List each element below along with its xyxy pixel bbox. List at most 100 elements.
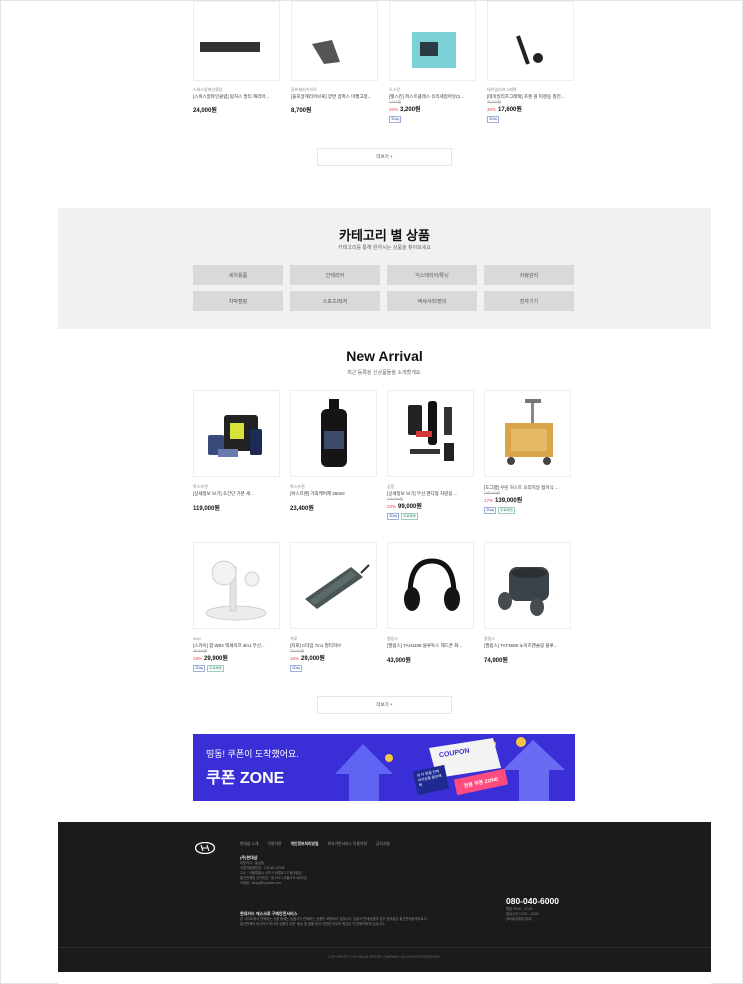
discount-rate: 23% [387,504,397,509]
product-name[interactable]: [도그랩] 우린 허스트 오리지널 접이식 ... [484,484,576,491]
footer-link[interactable]: 위치기반서비스 이용약관 [327,842,366,847]
product-thumbnail[interactable] [389,1,476,81]
car-wash-kit-image [208,415,262,457]
handheld-vacuum-image [408,401,454,461]
leather-care-bottle-image [321,399,347,467]
footer-link[interactable]: 공지사항 [376,842,390,847]
product-name[interactable]: [데이일리프그레택] 프렌 원 피렌동 충전... [487,93,579,100]
product-price: 20% 3,200원 [389,107,421,113]
delivery-badge: 3Day [487,116,500,123]
product-price: 17% 139,000원 [484,498,523,504]
category-button[interactable]: 전자기기 [484,291,574,311]
discount-rate: 18% [290,656,300,661]
footer-links: 현대샵 소개 이용약관 개인정보처리방침 위치기반서비스 이용약관 공지사항 [240,842,390,847]
product-price: 74,900원 [484,658,508,664]
discount-rate: 19% [193,656,203,661]
company-name: (주)현대샵 [240,855,258,860]
product-thumbnail[interactable] [291,1,378,81]
escrow-info: 현대카드 에스크로 구매안전서비스 본 사이트에서 판매되는 상품 중에는 입점… [240,910,510,927]
category-button[interactable]: 익스테리어/튜닝 [387,265,477,285]
company-info: (주)현대샵 대표이사 : 홍길동 사업자등록번호 : 123-45-12345… [240,854,440,886]
product-name[interactable]: [지로] C타입 7in1 멀티허브 [290,642,382,649]
more-button[interactable]: 더보기 + [317,148,452,166]
category-button[interactable]: 인테리어 [290,265,380,285]
product-name[interactable]: [스카이] 팝 W04 맥세이프 3in1 무선... [193,642,285,649]
discount-rate: 30% [487,107,497,112]
product-price: 119,000원 [193,506,220,512]
cs-phone: 080-040-6000 [506,896,559,906]
more-button[interactable]: 더보기 + [317,696,452,714]
shipping-badge: 무료배송 [207,665,225,672]
product-name[interactable]: [상세정보 보기] 무선 핸디형 차량용 ... [387,490,479,497]
footer: 현대샵 소개 이용약관 개인정보처리방침 위치기반서비스 이용약관 공지사항 (… [58,822,711,972]
charger-image [516,35,543,65]
product-price: 19% 29,900원 [193,656,228,662]
product-thumbnail[interactable] [487,1,574,81]
product-price: 43,000원 [387,658,411,664]
copyright: COPYRIGHT © HYUNDAI MOTOR COMPANY. ALL R… [328,955,441,959]
product-name[interactable]: [필립스] TAH1108 블루투스 헤드폰 화... [387,642,479,649]
category-button[interactable]: 차량관리 [484,265,574,285]
coupon-banner[interactable]: 띵동! 쿠폰이 도착했어요. 쿠폰 ZONE COUPON 내 차 맞춤 인테리… [193,734,575,801]
product-thumbnail[interactable] [290,542,377,629]
product-price: 30% 17,600원 [487,107,522,113]
carrier-image [200,42,260,52]
wireless-charger-image [205,560,267,621]
product-thumbnail[interactable] [387,542,474,629]
new-arrival-subtitle: 최근 등록된 신상품들을 소개할게요. [347,370,422,376]
golf-mat-image [312,40,340,64]
cs-hours: (토/일/공휴일 휴무) [506,917,533,921]
product-thumbnail[interactable] [193,390,280,477]
product-price: 18% 29,000원 [290,656,325,662]
product-price: 24,000원 [193,108,217,114]
product-price: 23% 99,000원 [387,504,422,510]
footer-link[interactable]: 현대샵 소개 [240,842,259,847]
delivery-badge: 3Day [484,507,497,514]
product-price: 23,400원 [290,506,314,512]
new-arrival-title: New Arrival [346,348,423,364]
product-thumbnail[interactable] [484,390,571,477]
folding-cart-image [505,399,553,465]
delivery-badge: 3Day [387,513,400,520]
hyundai-logo-icon [195,842,215,854]
product-name[interactable]: [펫스킨] 퍼스트클래스 유리세정마유(2... [389,93,481,100]
product-thumbnail[interactable] [484,542,571,629]
browser-frame: 스위스알파인클럽 [스위스알파인클럽] 탐허스 멀티 캐리어... 24,000… [0,0,743,984]
customer-service: 080-040-6000 평일 09:00 - 17:00 점심시간 12:00… [506,896,626,922]
company-line: 이메일 : shop@hyundai.com [240,881,282,885]
category-subtitle: 카테고리를 통해 원하시는 상품을 찾아보세요 [338,245,431,251]
coupon-illustration [335,737,565,801]
product-thumbnail[interactable] [290,390,377,477]
footer-link-privacy[interactable]: 개인정보처리방침 [291,842,319,847]
footer-link[interactable]: 이용약관 [268,842,282,847]
category-button[interactable]: 차박캠핑 [193,291,283,311]
category-button[interactable]: 스포츠/레저 [290,291,380,311]
page: 스위스알파인클럽 [스위스알파인클럽] 탐허스 멀티 캐리어... 24,000… [58,1,711,984]
product-thumbnail[interactable] [193,542,280,629]
shipping-badge: 무료배송 [498,507,516,514]
delivery-badge: 3Day [389,116,402,123]
headphones-image [404,558,460,611]
category-section: 카테고리 별 상품 카테고리를 통해 원하시는 상품을 찾아보세요 세차용품 인… [58,208,711,329]
discount-rate: 17% [484,498,494,503]
product-name[interactable]: [스위스알파인클럽] 탐허스 멀티 캐리어... [193,93,285,100]
delivery-badge: 3Day [193,665,206,672]
glass-cleaner-image [412,32,456,68]
category-title: 카테고리 별 상품 [339,228,430,243]
category-button[interactable]: 액세서리/편의 [387,291,477,311]
category-button[interactable]: 세차용품 [193,265,283,285]
product-thumbnail[interactable] [193,1,280,81]
escrow-title: 현대카드 에스크로 구매안전서비스 [240,911,298,916]
usb-hub-image [305,564,370,609]
product-thumbnail[interactable] [387,390,474,477]
product-name[interactable]: [올포골캐리어브로] 양면 골퍼스 마켓고정... [291,93,383,100]
footer-divider [58,947,711,948]
product-name[interactable]: [필립스] TAT3508 노이즈캔슬링 블루... [484,642,576,649]
product-name[interactable]: [왁스프렌] 가죽케어제 250ml [290,490,382,497]
earbuds-image [498,567,549,616]
product-price: 8,700원 [291,108,312,114]
shipping-badge: 무료배송 [401,513,419,520]
product-name[interactable]: [상세정보 보기] 초간단 기본 세... [193,490,285,497]
escrow-line: 통신판매의 당사자가 아니며 상품의 주문, 배송 및 환불 등과 관련한 의무… [240,922,386,926]
discount-rate: 20% [389,107,399,112]
